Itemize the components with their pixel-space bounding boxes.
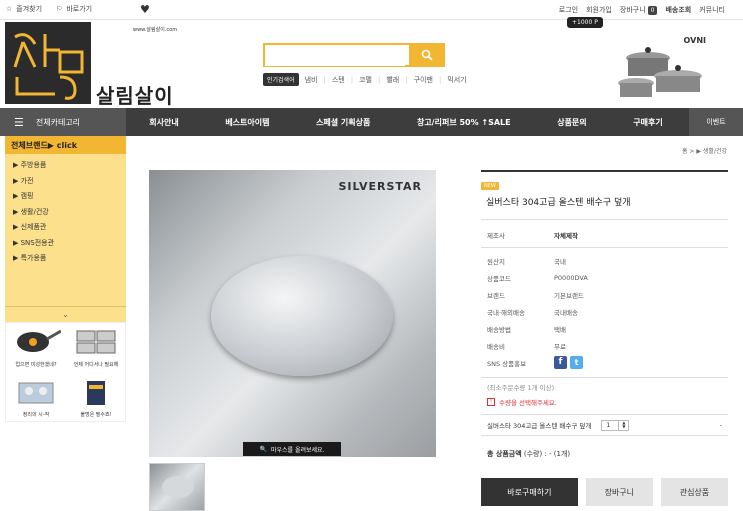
min-order-note: (최소주문수량 1개 이상)	[487, 384, 555, 392]
sidebar-item-special[interactable]: ▶ 특가용품	[13, 251, 118, 267]
facebook-icon[interactable]: f	[554, 356, 567, 369]
keyword-link[interactable]: 냄비	[305, 75, 318, 85]
spec-row: 제조사 자체제작	[487, 231, 578, 240]
add-to-cart-button[interactable]: 장바구니	[585, 478, 653, 506]
search-input[interactable]	[265, 45, 405, 66]
nav-item-review[interactable]: 구매후기	[633, 117, 662, 128]
join-link[interactable]: 회원가입	[586, 5, 612, 15]
sidebar-item-kitchen[interactable]: ▶ 주방용품	[13, 158, 118, 174]
chevron-down-icon: ⌄	[62, 310, 69, 319]
site-logo[interactable]	[5, 22, 91, 104]
ad-banner-cookware[interactable]: OVNI	[608, 28, 728, 104]
spec-row: 원산지 국내	[487, 257, 566, 266]
info-icon: !	[487, 398, 495, 406]
search-button[interactable]	[409, 43, 445, 67]
spec-row: 상품코드 P0000DVA	[487, 273, 588, 283]
nav-item-sale[interactable]: 창고/리퍼브 50% ↑SALE	[417, 117, 511, 128]
twitter-icon[interactable]: t	[570, 356, 583, 369]
spec-row: 배송방법 택배	[487, 325, 566, 334]
search-icon	[421, 49, 433, 61]
promo-banners: 업으면 미성한겠네? 언제 어디서나 필요해 정리의 시-작 불멍은 필수죠!	[5, 322, 126, 422]
total-price: 총 상품금액 (수량) : - (1개)	[487, 450, 571, 458]
shortcut-link[interactable]: ⚐ 바로가기	[56, 4, 92, 14]
option-price: -	[719, 421, 722, 429]
breadcrumb: 홈 > ▶ 생활/건강	[682, 148, 727, 155]
hamburger-icon: ☰	[14, 115, 24, 129]
popular-keywords: 인기검색어 냄비 | 스텐 | 코펠 | 빨래 | 구이팬 | 믹서기	[263, 73, 467, 86]
nav-item-special[interactable]: 스페셜 기획상품	[316, 117, 370, 128]
sidebar: 전체브랜드▶ click ▶ 주방용품 ▶ 가전 ▶ 캠핑 ▶ 생활/건강 ▶ …	[5, 136, 126, 322]
spec-row: 배송비 무료	[487, 342, 566, 351]
order-link[interactable]: 배송조회	[665, 5, 691, 15]
keyword-link[interactable]: 구이팬	[414, 75, 433, 85]
point-badge: +1000 P	[567, 17, 603, 28]
promo-banner[interactable]: 언제 어디서나 필요해	[66, 323, 126, 373]
cart-count-badge: 0	[647, 6, 658, 15]
logo-text: 살림살이	[96, 84, 174, 108]
sidebar-item-sns[interactable]: ▶ SNS전용관	[13, 236, 118, 252]
sidebar-header[interactable]: 전체브랜드▶ click	[5, 136, 126, 154]
sidebar-item-living[interactable]: ▶ 생활/건강	[13, 205, 118, 221]
nav-item-inquiry[interactable]: 상품문의	[557, 117, 586, 128]
community-link[interactable]: 커뮤니티	[699, 5, 725, 15]
top-utility-bar: ☆ 즐겨찾기 ⚐ 바로가기 ♥ 로그인 회원가입 장바구니 0 배송조회 커뮤니티	[0, 0, 743, 20]
nav-item-company[interactable]: 회사안내	[149, 117, 178, 128]
product-thumbnail[interactable]	[149, 463, 205, 511]
nav-item-best[interactable]: 베스트아이템	[225, 117, 269, 128]
category-menu-button[interactable]: ☰ 전체카테고리	[0, 108, 126, 136]
popular-label: 인기검색어	[263, 73, 299, 86]
spec-row-sns: SNS 상품홍보 ft	[481, 354, 728, 371]
product-info: NEW 실버스타 304고급 올스텐 배수구 덮개 제조사 자체제작 원산지 국내 …	[481, 170, 728, 506]
option-row: 실버스타 304고급 올스텐 배수구 덮개 1 ▲ ▼ -	[481, 414, 728, 436]
image-brand-logo: SILVERSTAR	[338, 180, 422, 193]
search-box[interactable]	[263, 43, 445, 67]
logo-url: www.살림살이.com	[133, 27, 178, 33]
product-main-image[interactable]: SILVERSTAR 🔍 마우스를 올려보세요.	[149, 170, 436, 457]
cart-link[interactable]: 장바구니 0	[620, 5, 658, 15]
promo-banner[interactable]: 불멍은 필수죠!	[66, 373, 126, 423]
promo-banner[interactable]: 정리의 시-작	[6, 373, 66, 423]
quantity-stepper[interactable]: 1 ▲ ▼	[601, 419, 630, 431]
product-title: 실버스타 304고급 올스텐 배수구 덮개	[486, 198, 631, 208]
wishlist-button[interactable]: 관심상품	[660, 478, 728, 506]
sidebar-item-appliance[interactable]: ▶ 가전	[13, 174, 118, 190]
promo-banner[interactable]: 업으면 미성한겠네?	[6, 323, 66, 373]
spec-row: 브랜드 기본브랜드	[487, 291, 584, 300]
option-name: 실버스타 304고급 올스텐 배수구 덮개	[487, 422, 592, 430]
ad-brand-text: OVNI	[683, 36, 706, 45]
quantity-warning: ! 수량을 선택해주세요.	[481, 397, 728, 407]
zoom-hint: 🔍 마우스를 올려보세요.	[243, 442, 341, 456]
star-icon: ☆	[6, 5, 13, 13]
magnifier-icon: 🔍	[259, 445, 267, 453]
keyword-link[interactable]: 스텐	[332, 75, 345, 85]
heart-icon[interactable]: ♥	[140, 3, 150, 16]
keyword-link[interactable]: 코펠	[359, 75, 372, 85]
stepper-down-icon[interactable]: ▼	[622, 424, 625, 429]
buy-now-button[interactable]: 바로구매하기	[481, 478, 578, 506]
spec-row: 국내·해외배송 국내배송	[487, 308, 578, 317]
bookmark-link[interactable]: ☆ 즐겨찾기	[6, 4, 42, 14]
sidebar-item-camping[interactable]: ▶ 캠핑	[13, 189, 118, 205]
flag-icon: ⚐	[56, 5, 63, 13]
sidebar-expand-button[interactable]: ⌄	[5, 306, 126, 322]
keyword-link[interactable]: 믹서기	[447, 75, 466, 85]
sidebar-item-new[interactable]: ▶ 신제품관	[13, 220, 118, 236]
new-badge: NEW	[481, 182, 499, 190]
keyword-link[interactable]: 빨래	[386, 75, 399, 85]
nav-item-event[interactable]: 이벤트	[689, 108, 743, 136]
main-nav: ☰ 전체카테고리 회사안내 베스트아이템 스페셜 기획상품 창고/리퍼브 50% …	[0, 108, 743, 136]
drain-cover-image	[211, 256, 393, 376]
login-link[interactable]: 로그인	[559, 5, 578, 15]
